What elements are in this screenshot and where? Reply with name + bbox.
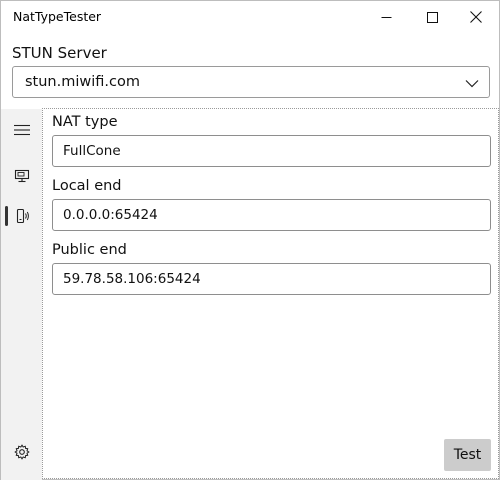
results-panel: NAT type FullCone Local end 0.0.0.0:6542… <box>42 108 499 479</box>
local-end-field[interactable]: 0.0.0.0:65424 <box>52 199 491 231</box>
nat-type-label: NAT type <box>52 114 118 130</box>
local-end-label: Local end <box>52 178 122 194</box>
stun-server-label: STUN Server <box>12 44 107 62</box>
minimize-icon <box>381 12 392 23</box>
close-icon <box>470 11 482 23</box>
monitor-icon <box>14 168 30 184</box>
navigation-rail <box>1 109 42 480</box>
public-end-label: Public end <box>52 242 127 258</box>
hamburger-menu-icon <box>13 124 30 136</box>
title-bar[interactable]: NatTypeTester <box>1 1 499 33</box>
nat-results-icon <box>14 208 30 224</box>
test-button[interactable]: Test <box>444 439 491 471</box>
nav-item-connection[interactable] <box>1 157 42 195</box>
nav-item-nat-test[interactable] <box>1 197 42 235</box>
gear-icon <box>13 444 30 460</box>
nav-item-settings[interactable] <box>1 433 42 471</box>
nav-menu-button[interactable] <box>1 111 42 149</box>
public-end-field[interactable]: 59.78.58.106:65424 <box>52 263 491 295</box>
maximize-icon <box>426 11 438 23</box>
window-title: NatTypeTester <box>13 9 102 24</box>
minimize-button[interactable] <box>363 1 409 33</box>
stun-server-combobox[interactable]: stun.miwifi.com <box>12 66 490 98</box>
app-window: NatTypeTester STUN Server stun.miwifi.co… <box>0 0 500 480</box>
maximize-button[interactable] <box>409 1 455 33</box>
stun-server-value: stun.miwifi.com <box>25 74 140 90</box>
chevron-down-icon <box>465 76 479 90</box>
close-button[interactable] <box>453 1 499 33</box>
nat-type-field[interactable]: FullCone <box>52 135 491 167</box>
